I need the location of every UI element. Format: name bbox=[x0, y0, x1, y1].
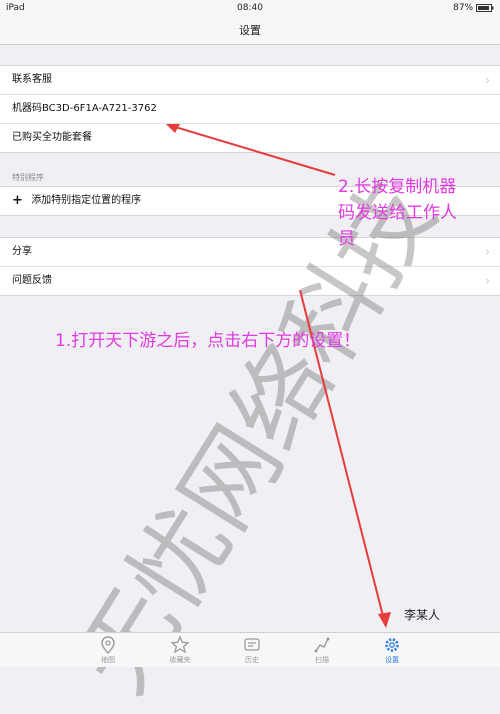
tab-favorites[interactable]: 收藏夹 bbox=[150, 635, 210, 665]
purchased-plan-row[interactable]: 已购买全功能套餐 bbox=[0, 124, 500, 152]
chevron-right-icon: › bbox=[485, 73, 490, 87]
share-label: 分享 bbox=[12, 246, 32, 257]
tab-scan-label: 扫描 bbox=[315, 656, 329, 664]
route-icon bbox=[314, 637, 330, 653]
battery-indicator: 87% bbox=[453, 3, 494, 13]
tab-settings-label: 设置 bbox=[385, 656, 399, 664]
author-caption: 李某人 bbox=[404, 608, 441, 622]
step2-annotation: 2.长按复制机器 码发送给工作人 员 bbox=[338, 174, 457, 252]
contact-support-label: 联系客服 bbox=[12, 74, 52, 85]
contact-support-row[interactable]: 联系客服 › bbox=[0, 66, 500, 95]
special-programs-header: 特别程序 bbox=[12, 173, 44, 182]
step1-annotation: 1.打开天下游之后，点击右下方的设置！ bbox=[55, 331, 361, 351]
tab-favorites-label: 收藏夹 bbox=[169, 656, 191, 664]
feedback-label: 问题反馈 bbox=[12, 275, 52, 286]
step2-line2: 码发送给工作人 bbox=[338, 203, 457, 223]
battery-percent: 87% bbox=[453, 3, 474, 13]
history-icon bbox=[244, 638, 260, 651]
tab-map[interactable]: 地图 bbox=[78, 635, 138, 665]
tab-map-label: 地图 bbox=[101, 656, 115, 664]
gear-icon bbox=[385, 638, 399, 652]
chevron-right-icon: › bbox=[485, 274, 490, 288]
chevron-right-icon: › bbox=[485, 245, 490, 259]
arrowhead-settings-tab bbox=[378, 612, 391, 628]
machine-code-label: 机器码BC3D-6F1A-A721-3762 bbox=[12, 103, 157, 114]
tab-bar: 地图 收藏夹 历史 扫描 设置 bbox=[0, 632, 500, 667]
page-title: 设置 bbox=[239, 24, 261, 37]
machine-code-row[interactable]: 机器码BC3D-6F1A-A721-3762 bbox=[0, 95, 500, 124]
tab-history[interactable]: 历史 bbox=[222, 635, 282, 665]
contact-group: 联系客服 › 机器码BC3D-6F1A-A721-3762 已购买全功能套餐 bbox=[0, 65, 500, 153]
add-special-program-label: 添加特别指定位置的程序 bbox=[31, 195, 142, 206]
purchased-plan-label: 已购买全功能套餐 bbox=[12, 132, 92, 143]
star-icon bbox=[170, 635, 190, 654]
plus-icon: + bbox=[12, 193, 23, 208]
step2-line1: 2.长按复制机器 bbox=[338, 177, 457, 197]
step2-line3: 员 bbox=[338, 229, 355, 249]
tab-history-label: 历史 bbox=[245, 656, 259, 664]
tab-scan[interactable]: 扫描 bbox=[292, 635, 352, 665]
battery-icon bbox=[476, 3, 494, 12]
status-time: 08:40 bbox=[237, 3, 263, 13]
map-pin-icon bbox=[101, 636, 115, 654]
tab-settings[interactable]: 设置 bbox=[362, 635, 422, 665]
navigation-bar: 设置 bbox=[0, 16, 500, 45]
status-bar: iPad 08:40 87% bbox=[0, 0, 500, 16]
